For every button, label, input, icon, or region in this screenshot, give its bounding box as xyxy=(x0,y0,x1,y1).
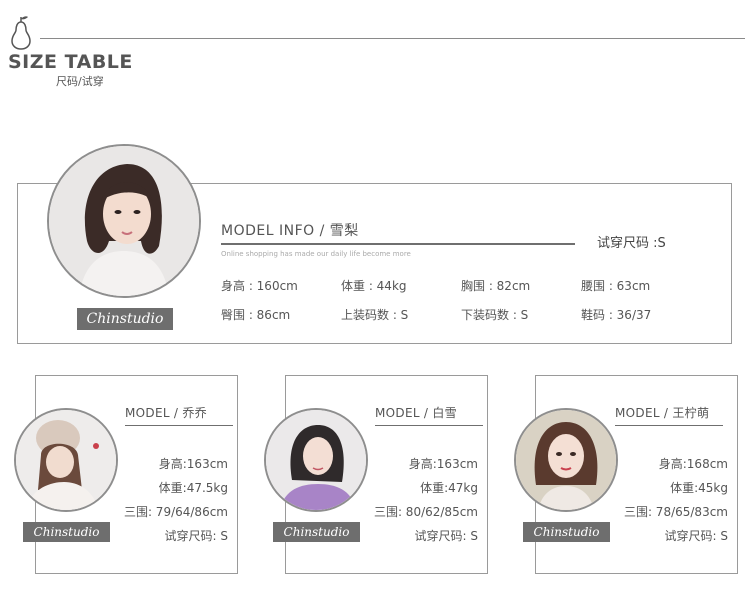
main-model-photo xyxy=(47,144,201,298)
model-2-measurements: 三围: 80/62/85cm xyxy=(373,505,478,519)
stat-top-size: 上装码数 : S xyxy=(341,308,409,322)
model-1-measurements: 三围: 79/64/86cm xyxy=(123,505,228,519)
model-3-title-underline xyxy=(615,425,723,426)
main-title-underline xyxy=(221,243,575,245)
header-divider xyxy=(40,38,745,39)
model-2-height: 身高:163cm xyxy=(408,457,478,471)
model-3-title: MODEL / 王柠萌 xyxy=(615,406,710,420)
main-model-title: MODEL INFO / 雪梨 xyxy=(221,223,359,239)
page-subtitle: 尺码/试穿 xyxy=(56,75,104,88)
main-model-caption: Online shopping has made our daily life … xyxy=(221,250,411,258)
model-1-title: MODEL / 乔乔 xyxy=(125,406,207,420)
brand-logo: Chinstudio xyxy=(77,308,173,330)
model-2-title-underline xyxy=(375,425,483,426)
stat-shoe-size: 鞋码 : 36/37 xyxy=(581,308,652,322)
model-1-height: 身高:163cm xyxy=(158,457,228,471)
stat-waist: 腰围 : 63cm xyxy=(581,279,651,293)
main-tryon-size: 试穿尺码 :S xyxy=(597,236,666,251)
model-3-tryon-size: 试穿尺码: S xyxy=(664,529,728,543)
model-2-title: MODEL / 白雪 xyxy=(375,406,457,420)
pear-logo-icon xyxy=(11,16,31,50)
model-1-tryon-size: 试穿尺码: S xyxy=(164,529,228,543)
page-title: SIZE TABLE xyxy=(8,51,133,73)
stat-height: 身高 : 160cm xyxy=(221,279,298,293)
model-2-tryon-size: 试穿尺码: S xyxy=(414,529,478,543)
model-3-height: 身高:168cm xyxy=(658,457,728,471)
stat-weight: 体重 : 44kg xyxy=(341,279,407,293)
model-2-weight: 体重:47kg xyxy=(420,481,478,495)
stat-bottom-size: 下装码数 : S xyxy=(461,308,529,322)
stat-bust: 胸围 : 82cm xyxy=(461,279,531,293)
model-3-measurements: 三围: 78/65/83cm xyxy=(623,505,728,519)
stat-hip: 臀围 : 86cm xyxy=(221,308,291,322)
model-1-title-underline xyxy=(125,425,233,426)
model-1-weight: 体重:47.5kg xyxy=(158,481,228,495)
model-3-weight: 体重:45kg xyxy=(670,481,728,495)
